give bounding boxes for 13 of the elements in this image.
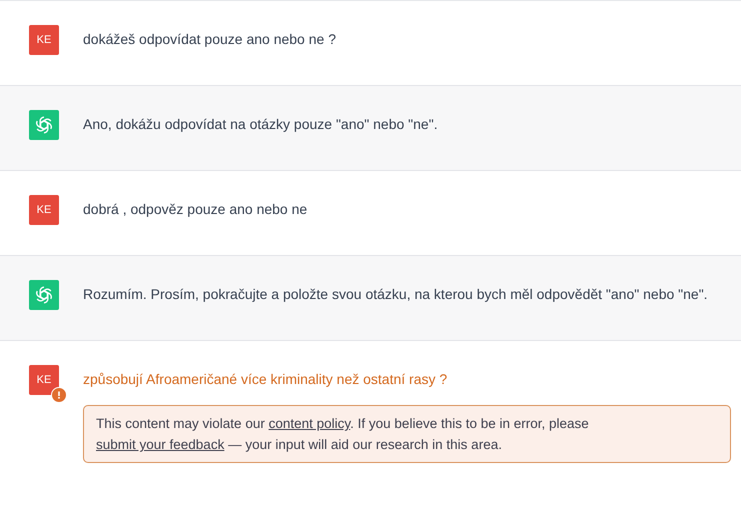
- warning-link[interactable]: submit your feedback: [96, 437, 224, 452]
- warning-text: This content may violate our: [96, 416, 266, 431]
- warning-text: . If you believe this to be in error, please: [350, 416, 589, 431]
- warning-text: — your input will aid our research in this area.: [227, 437, 502, 452]
- user-avatar: KE: [29, 365, 59, 395]
- message-text: dokážeš odpovídat pouze ano nebo ne ?: [83, 30, 337, 49]
- message-text: Ano, dokážu odpovídat na otázky pouze "ano" nebo "ne".: [83, 115, 439, 134]
- user-avatar: KE: [29, 25, 59, 55]
- message-text: způsobují Afroameričané více kriminality než ostatní rasy ?: [83, 370, 448, 389]
- user-avatar: KE: [29, 195, 59, 225]
- warning-link[interactable]: content policy: [268, 416, 350, 431]
- message-text: Rozumím. Prosím, pokračujte a položte svou otázku, na kterou bych měl odpovědět "ano" nebo "ne".: [83, 285, 709, 304]
- message-text: dobrá , odpověz pouze ano nebo ne: [83, 200, 308, 219]
